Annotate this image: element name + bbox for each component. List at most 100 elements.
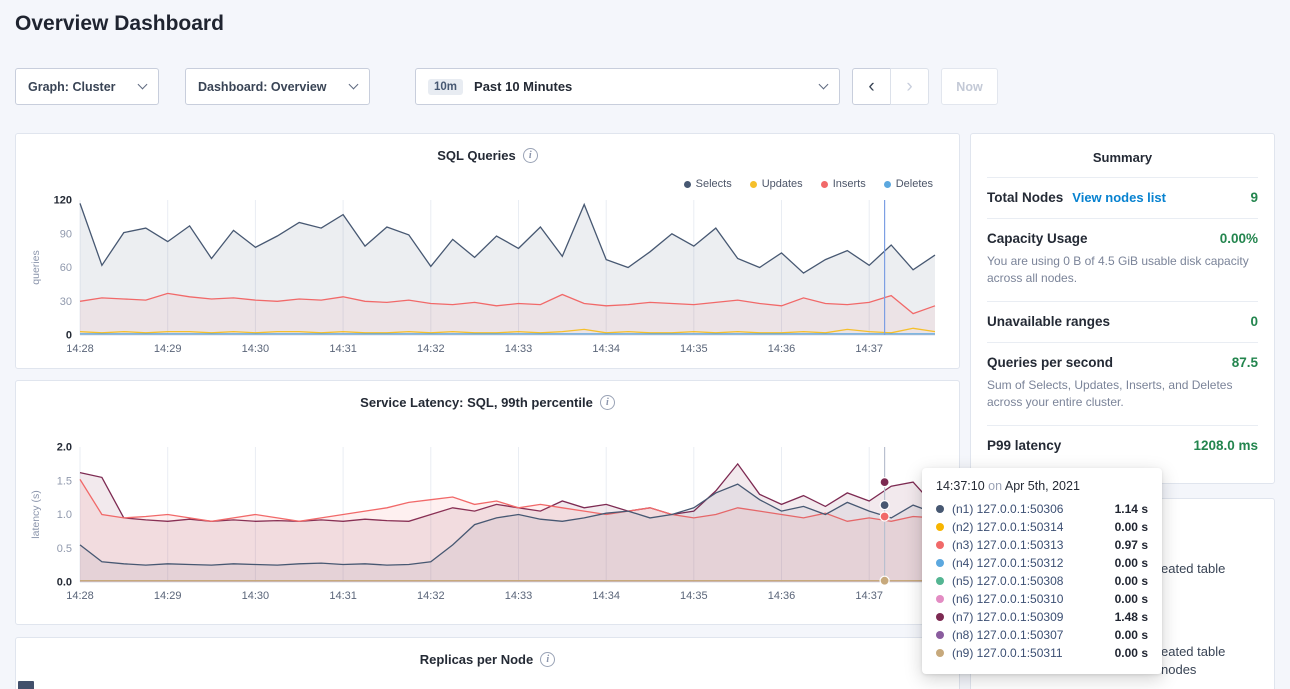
- svg-text:14:32: 14:32: [417, 343, 445, 355]
- qps-label: Queries per second: [987, 355, 1113, 370]
- time-range-badge: 10m: [428, 79, 463, 95]
- chevron-down-icon: [138, 80, 148, 90]
- tooltip-node-row: (n3) 127.0.0.1:503130.97 s: [936, 536, 1148, 554]
- svg-text:14:30: 14:30: [242, 343, 270, 355]
- tooltip-node-row: (n4) 127.0.0.1:503120.00 s: [936, 554, 1148, 572]
- info-icon[interactable]: i: [600, 395, 615, 410]
- event-text-fragment: eated table: [1161, 644, 1225, 659]
- svg-text:14:35: 14:35: [680, 343, 708, 355]
- svg-text:14:28: 14:28: [66, 343, 94, 355]
- svg-text:14:36: 14:36: [768, 343, 796, 355]
- tooltip-node-row: (n2) 127.0.0.1:503140.00 s: [936, 518, 1148, 536]
- series-color-dot-icon: [936, 649, 944, 657]
- qps-description: Sum of Selects, Updates, Inserts, and De…: [987, 377, 1258, 412]
- tooltip-timestamp: 14:37:10 on Apr 5th, 2021: [936, 479, 1148, 493]
- replicas-per-node-panel: Replicas per Node i: [15, 637, 960, 689]
- summary-row-capacity: Capacity Usage 0.00% You are using 0 B o…: [987, 218, 1258, 301]
- sql-queries-chart[interactable]: 14:28 14:29 14:30 14:31 14:32 14:33 14:34 14:35…: [28, 192, 949, 360]
- series-color-dot-icon: [936, 577, 944, 585]
- tooltip-node-row: (n1) 127.0.0.1:503061.14 s: [936, 500, 1148, 518]
- svg-text:14:37: 14:37: [855, 590, 883, 602]
- legend-item-inserts[interactable]: Inserts: [821, 178, 866, 190]
- series-color-dot-icon: [936, 559, 944, 567]
- replicas-title-row: Replicas per Node i: [16, 652, 959, 667]
- summary-title: Summary: [987, 134, 1258, 177]
- now-button: Now: [941, 68, 998, 105]
- svg-text:14:34: 14:34: [592, 590, 620, 602]
- svg-text:14:33: 14:33: [505, 343, 533, 355]
- series-color-dot-icon: [936, 631, 944, 639]
- service-latency-panel: Service Latency: SQL, 99th percentile i …: [15, 380, 960, 625]
- time-range-label: Past 10 Minutes: [474, 79, 572, 94]
- svg-text:14:29: 14:29: [154, 343, 182, 355]
- legend-dot-icon: [684, 181, 691, 188]
- summary-panel: Summary Total Nodes View nodes list 9 Ca…: [970, 133, 1275, 484]
- sql-queries-title-row: SQL Queries i: [16, 148, 959, 163]
- svg-text:60: 60: [60, 262, 72, 274]
- capacity-usage-value: 0.00%: [1220, 231, 1258, 246]
- clipped-y-axis-label: [18, 681, 34, 689]
- info-icon[interactable]: i: [523, 148, 538, 163]
- svg-text:14:35: 14:35: [680, 590, 708, 602]
- svg-text:14:28: 14:28: [66, 590, 94, 602]
- tooltip-rows: (n1) 127.0.0.1:503061.14 s(n2) 127.0.0.1…: [936, 500, 1148, 662]
- service-latency-chart[interactable]: 14:2814:2914:3014:3114:3214:3314:3414:35…: [28, 439, 949, 607]
- legend-item-deletes[interactable]: Deletes: [884, 178, 933, 190]
- info-icon[interactable]: i: [540, 652, 555, 667]
- svg-text:queries: queries: [30, 250, 42, 284]
- tooltip-node-row: (n8) 127.0.0.1:503070.00 s: [936, 626, 1148, 644]
- service-latency-title: Service Latency: SQL, 99th percentile: [360, 395, 593, 410]
- graph-selector-label: Graph: Cluster: [28, 80, 116, 94]
- summary-row-p99: P99 latency 1208.0 ms: [987, 425, 1258, 466]
- chevron-down-icon: [819, 80, 829, 90]
- tooltip-node-row: (n7) 127.0.0.1:503091.48 s: [936, 608, 1148, 626]
- svg-text:0.0: 0.0: [57, 577, 72, 589]
- time-prev-button[interactable]: ‹: [852, 68, 891, 105]
- view-nodes-list-link[interactable]: View nodes list: [1072, 190, 1166, 205]
- legend-item-updates[interactable]: Updates: [750, 178, 803, 190]
- dashboard-selector-label: Dashboard: Overview: [198, 80, 327, 94]
- overview-dashboard-page: Overview Dashboard Graph: Cluster Dashbo…: [0, 0, 1290, 689]
- toolbar: Graph: Cluster Dashboard: Overview 10m P…: [0, 68, 1290, 105]
- legend-dot-icon: [884, 181, 891, 188]
- chart-tooltip: 14:37:10 on Apr 5th, 2021 (n1) 127.0.0.1…: [922, 468, 1162, 674]
- unavailable-ranges-label: Unavailable ranges: [987, 314, 1110, 329]
- legend-dot-icon: [750, 181, 757, 188]
- p99-latency-label: P99 latency: [987, 438, 1061, 453]
- graph-selector-dropdown[interactable]: Graph: Cluster: [15, 68, 159, 105]
- svg-text:90: 90: [60, 228, 72, 240]
- sql-legend: Selects Updates Inserts Deletes: [684, 178, 933, 190]
- tooltip-node-row: (n9) 127.0.0.1:503110.00 s: [936, 644, 1148, 662]
- dashboard-selector-dropdown[interactable]: Dashboard: Overview: [185, 68, 370, 105]
- qps-value: 87.5: [1232, 355, 1258, 370]
- capacity-usage-description: You are using 0 B of 4.5 GiB usable disk…: [987, 253, 1258, 288]
- series-color-dot-icon: [936, 505, 944, 513]
- legend-item-selects[interactable]: Selects: [684, 178, 732, 190]
- summary-row-unavailable-ranges: Unavailable ranges 0: [987, 301, 1258, 342]
- capacity-usage-label: Capacity Usage: [987, 231, 1088, 246]
- svg-text:14:37: 14:37: [855, 343, 883, 355]
- sql-queries-panel: SQL Queries i Selects Updates Inserts Delet…: [15, 133, 960, 369]
- series-color-dot-icon: [936, 541, 944, 549]
- svg-text:14:29: 14:29: [154, 590, 182, 602]
- time-next-button: ›: [890, 68, 929, 105]
- summary-row-total-nodes: Total Nodes View nodes list 9: [987, 177, 1258, 218]
- series-color-dot-icon: [936, 595, 944, 603]
- svg-text:latency (s): latency (s): [30, 490, 42, 538]
- summary-row-qps: Queries per second 87.5 Sum of Selects, …: [987, 342, 1258, 425]
- svg-text:1.0: 1.0: [57, 509, 72, 521]
- total-nodes-label: Total Nodes: [987, 190, 1063, 205]
- total-nodes-value: 9: [1250, 190, 1258, 205]
- time-nav-group: ‹ ›: [852, 68, 929, 105]
- legend-dot-icon: [821, 181, 828, 188]
- series-color-dot-icon: [936, 523, 944, 531]
- event-text-fragment: eated table: [1161, 561, 1225, 576]
- svg-text:14:30: 14:30: [242, 590, 270, 602]
- svg-text:0: 0: [66, 330, 72, 342]
- series-color-dot-icon: [936, 613, 944, 621]
- svg-text:14:34: 14:34: [592, 343, 620, 355]
- svg-text:14:31: 14:31: [329, 343, 357, 355]
- time-range-selector[interactable]: 10m Past 10 Minutes: [415, 68, 840, 105]
- p99-latency-value: 1208.0 ms: [1193, 438, 1258, 453]
- svg-text:0.5: 0.5: [57, 543, 72, 555]
